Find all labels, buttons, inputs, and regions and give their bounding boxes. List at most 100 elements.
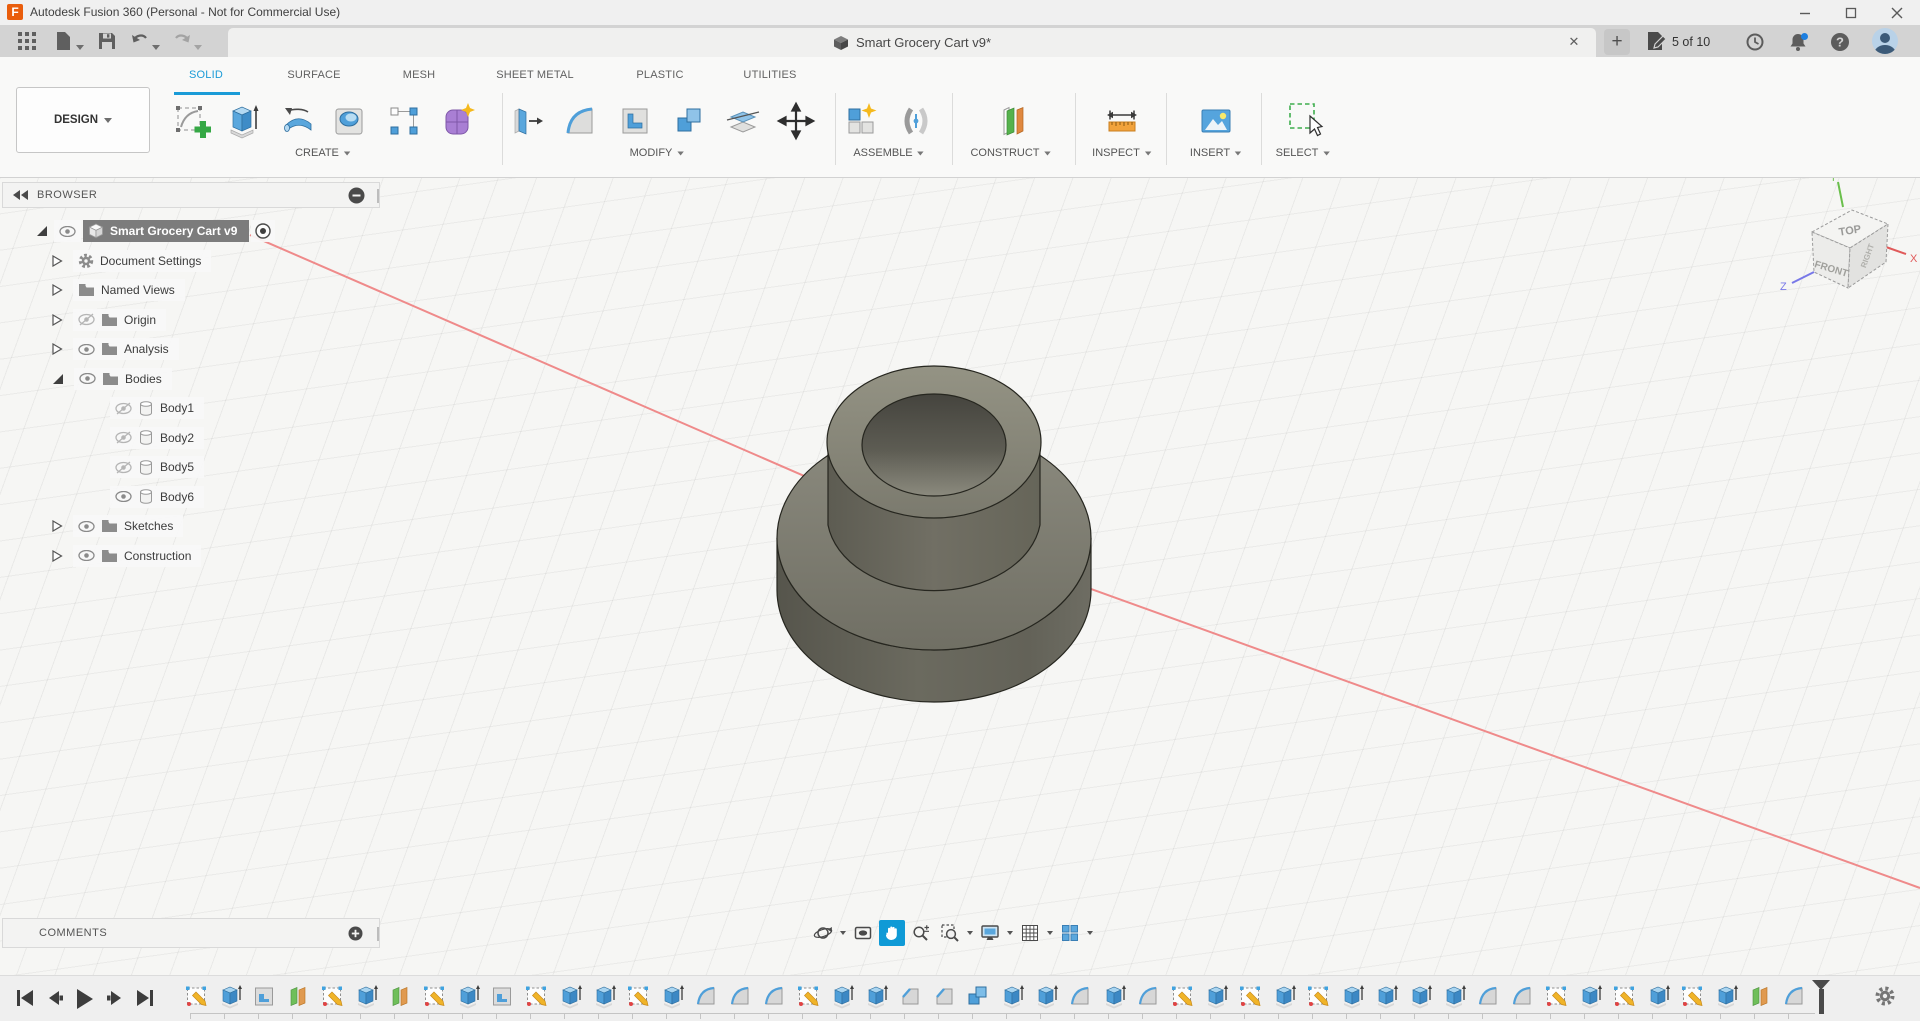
zoom-icon[interactable] [908, 920, 934, 946]
timeline-feature-plane-icon[interactable] [1747, 983, 1773, 1009]
timeline-feature-combine-icon[interactable] [965, 983, 991, 1009]
browser-item-bodies[interactable]: Bodies [0, 368, 172, 390]
group-inspect[interactable]: INSPECT [1092, 147, 1152, 159]
timeline-feature-extrude-icon[interactable] [1339, 983, 1365, 1009]
group-create[interactable]: CREATE [295, 147, 351, 159]
hole-icon[interactable] [327, 99, 371, 143]
display-settings-icon[interactable] [977, 920, 1003, 946]
timeline-playhead[interactable] [1812, 980, 1830, 1018]
visibility-on-icon[interactable] [78, 521, 95, 532]
timeline-feature-sketch-icon[interactable] [421, 983, 447, 1009]
pan-icon[interactable] [879, 920, 905, 946]
timeline-feature-sketch-icon[interactable] [319, 983, 345, 1009]
browser-item-body1[interactable]: Body1 [0, 397, 204, 419]
browser-item-body5[interactable]: Body5 [0, 456, 204, 478]
timeline-feature-plane-icon[interactable] [387, 983, 413, 1009]
tab-sheet-metal[interactable]: SHEET METAL [496, 69, 574, 81]
timeline-step-back-icon[interactable] [44, 987, 66, 1009]
grid-display-icon[interactable] [1017, 920, 1043, 946]
timeline-feature-extrude-icon[interactable] [217, 983, 243, 1009]
collapsed-arrow-icon[interactable] [52, 343, 63, 355]
tab-mesh[interactable]: MESH [403, 69, 436, 81]
timeline-feature-sketch-icon[interactable] [183, 983, 209, 1009]
timeline-feature-extrude-icon[interactable] [1441, 983, 1467, 1009]
create-form-icon[interactable] [436, 99, 480, 143]
timeline-feature-sketch-icon[interactable] [1679, 983, 1705, 1009]
timeline-feature-extrude-icon[interactable] [1645, 983, 1671, 1009]
group-modify[interactable]: MODIFY [630, 147, 685, 159]
group-assemble[interactable]: ASSEMBLE [853, 147, 924, 159]
browser-item-body2[interactable]: Body2 [0, 427, 204, 449]
panel-collapse-circle-icon[interactable] [348, 187, 365, 204]
collapse-panel-icon[interactable] [13, 190, 29, 200]
move-copy-icon[interactable] [774, 99, 818, 143]
construct-plane-icon[interactable] [991, 99, 1035, 143]
split-body-icon[interactable] [721, 99, 765, 143]
visibility-off-icon[interactable] [115, 431, 132, 444]
help-icon[interactable]: ? [1830, 32, 1848, 50]
timeline-feature-extrude-icon[interactable] [999, 983, 1025, 1009]
collapsed-arrow-icon[interactable] [52, 284, 63, 296]
timeline-feature-sketch-icon[interactable] [1305, 983, 1331, 1009]
timeline-go-to-start-icon[interactable] [14, 987, 36, 1009]
timeline-feature-shell-icon[interactable] [251, 983, 277, 1009]
history-clock-icon[interactable] [1745, 32, 1763, 50]
timeline-feature-fillet-icon[interactable] [1781, 983, 1807, 1009]
press-pull-icon[interactable] [505, 99, 549, 143]
viewports-caret[interactable] [1087, 931, 1093, 935]
visibility-eye-icon[interactable] [54, 220, 81, 242]
browser-header[interactable]: BROWSER [2, 182, 380, 208]
new-component-icon[interactable] [839, 99, 883, 143]
timeline-feature-sketch-icon[interactable] [1237, 983, 1263, 1009]
timeline-feature-extrude-icon[interactable] [353, 983, 379, 1009]
timeline-feature-plane-icon[interactable] [285, 983, 311, 1009]
tab-utilities[interactable]: UTILITIES [743, 69, 796, 81]
timeline-feature-sketch-icon[interactable] [1611, 983, 1637, 1009]
timeline-feature-fillet-icon[interactable] [727, 983, 753, 1009]
timeline-feature-chamfer-icon[interactable] [897, 983, 923, 1009]
timeline-feature-sketch-icon[interactable] [523, 983, 549, 1009]
panel-grip[interactable] [377, 927, 379, 941]
visibility-off-icon[interactable] [78, 313, 95, 326]
insert-canvas-icon[interactable] [1194, 99, 1238, 143]
timeline-feature-extrude-icon[interactable] [455, 983, 481, 1009]
timeline-feature-sketch-icon[interactable] [625, 983, 651, 1009]
display-settings-caret[interactable] [1007, 931, 1013, 935]
timeline-feature-extrude-icon[interactable] [557, 983, 583, 1009]
close-button[interactable] [1874, 0, 1920, 25]
undo-caret[interactable] [152, 37, 170, 55]
timeline-feature-fillet-icon[interactable] [1067, 983, 1093, 1009]
expanded-arrow-icon[interactable] [36, 225, 48, 237]
create-sketch-icon[interactable] [169, 99, 213, 143]
root-node[interactable]: Smart Grocery Cart v9 [83, 220, 249, 242]
zoom-window-caret[interactable] [967, 931, 973, 935]
timeline-feature-fillet-icon[interactable] [1475, 983, 1501, 1009]
browser-item-construction[interactable]: Construction [0, 545, 201, 567]
expanded-arrow-icon[interactable] [52, 373, 64, 385]
timeline-feature-sketch-icon[interactable] [795, 983, 821, 1009]
extrude-icon[interactable] [220, 99, 264, 143]
timeline-feature-shell-icon[interactable] [489, 983, 515, 1009]
workspace-selector[interactable]: DESIGN [16, 87, 150, 153]
timeline-feature-extrude-icon[interactable] [1033, 983, 1059, 1009]
visibility-on-icon[interactable] [78, 550, 95, 561]
maximize-button[interactable] [1828, 0, 1874, 25]
orbit-caret[interactable] [840, 931, 846, 935]
browser-item-document-settings[interactable]: Document Settings [0, 250, 211, 272]
save-icon[interactable] [98, 32, 116, 50]
user-avatar[interactable] [1872, 28, 1898, 54]
activate-radio-icon[interactable] [251, 220, 275, 242]
viewports-icon[interactable] [1057, 920, 1083, 946]
timeline-feature-extrude-icon[interactable] [1271, 983, 1297, 1009]
group-select[interactable]: SELECT [1276, 147, 1331, 159]
timeline-step-forward-icon[interactable] [104, 987, 126, 1009]
collapsed-arrow-icon[interactable] [52, 520, 63, 532]
look-at-icon[interactable] [850, 920, 876, 946]
revolve-icon[interactable] [276, 99, 320, 143]
undo-icon[interactable] [130, 32, 148, 50]
zoom-window-icon[interactable] [937, 920, 963, 946]
grid-display-caret[interactable] [1047, 931, 1053, 935]
tab-solid[interactable]: SOLID [189, 69, 223, 81]
comments-bar[interactable]: COMMENTS [2, 918, 380, 948]
visibility-on-icon[interactable] [79, 373, 96, 384]
